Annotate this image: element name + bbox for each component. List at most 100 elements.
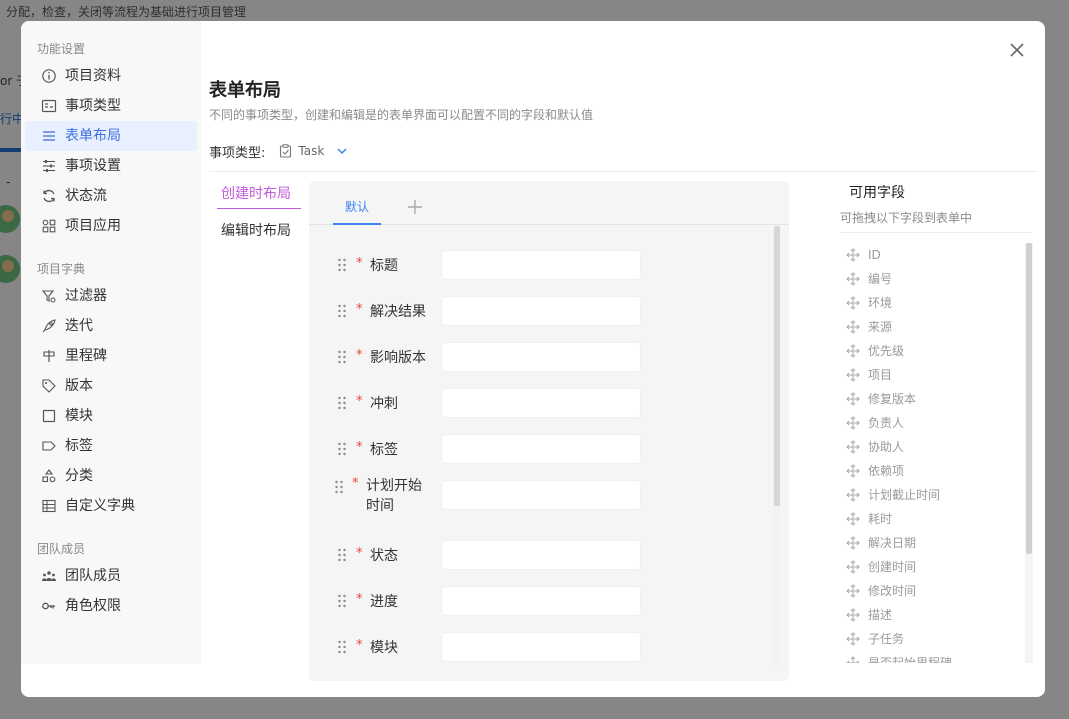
form-scrollbar-thumb[interactable] [774,226,780,506]
nav-group-title: 项目字典 [37,262,86,276]
drag-handle-icon[interactable] [337,350,347,364]
drag-handle-icon[interactable] [337,258,347,272]
available-field-label: 负责人 [868,416,905,430]
form-field-row[interactable]: * 模块 [337,632,757,662]
form-field-row[interactable]: * 进度 [337,586,757,616]
drag-handle-icon[interactable] [337,594,347,608]
form-field-label: 影响版本 [370,350,426,366]
sidebar-item-label: 分类 [65,468,93,484]
available-field-item[interactable]: 耗时 [840,507,1032,531]
form-field-input[interactable] [441,434,641,464]
available-field-label: 描述 [868,608,893,622]
sidebar-item[interactable]: 模块 [25,401,197,431]
form-field-input[interactable] [441,388,641,418]
drag-handle-icon[interactable] [337,442,347,456]
available-field-item[interactable]: 解决日期 [840,531,1032,555]
required-marker: * [356,592,363,607]
form-field-row[interactable]: * 计划开始时间 [334,476,757,514]
drag-handle-icon[interactable] [337,396,347,410]
add-tab-icon[interactable] [403,195,427,219]
required-marker: * [352,476,359,491]
sidebar-item[interactable]: 自定义字典 [25,491,197,521]
available-fields-subtitle: 可拖拽以下字段到表单中 [840,211,973,225]
sidebar-item[interactable]: 团队成员 [25,561,197,591]
move-icon [846,272,860,286]
available-field-item[interactable]: 负责人 [840,411,1032,435]
form-field-row[interactable]: * 解决结果 [337,296,757,326]
drag-handle-icon[interactable] [337,640,347,654]
available-field-item[interactable]: 来源 [840,315,1032,339]
available-field-item[interactable]: 子任务 [840,627,1032,651]
settings-modal: 功能设置 项目资料 事项类型 表单布局 事项设置 状态流 项目应用 项目字典 过滤器 迭代 里程碑版… [21,21,1045,697]
available-fields-list: ID 编号 环境 来源 优先级 项目 修复版本 负责人 协助人 依赖项 计划截止… [840,243,1032,663]
form-field-input[interactable] [441,480,641,510]
form-field-row[interactable]: * 影响版本 [337,342,757,372]
move-icon [846,488,860,502]
sidebar-item[interactable]: 项目应用 [25,211,197,241]
sidebar-item[interactable]: 版本 [25,371,197,401]
form-field-row[interactable]: * 状态 [337,540,757,570]
available-field-label: 项目 [868,368,893,382]
available-field-item[interactable]: 是否起始里程碑 [840,651,1032,663]
form-field-row[interactable]: * 标签 [337,434,757,464]
sidebar-item[interactable]: 里程碑 [25,341,197,371]
tab-create-layout[interactable]: 创建时布局 [217,179,301,209]
available-field-label: 子任务 [868,632,905,646]
category-icon [41,468,57,484]
sidebar-item[interactable]: 角色权限 [25,591,197,621]
sidebar-item-label: 角色权限 [65,598,121,614]
available-field-item[interactable]: 修复版本 [840,387,1032,411]
issue-type-select[interactable]: Task [279,144,348,158]
form-field-input[interactable] [441,586,641,616]
available-field-label: 解决日期 [868,536,917,550]
available-field-item[interactable]: 创建时间 [840,555,1032,579]
sidebar-item[interactable]: 过滤器 [25,281,197,311]
form-field-row[interactable]: * 冲刺 [337,388,757,418]
settings-sidebar: 功能设置 项目资料 事项类型 表单布局 事项设置 状态流 项目应用 项目字典 过滤器 迭代 里程碑版… [21,21,201,664]
available-field-item[interactable]: ID [840,243,1032,267]
tab-default[interactable]: 默认 [333,189,381,225]
close-icon[interactable] [1006,39,1028,61]
form-field-row[interactable]: * 标题 [337,250,757,280]
available-field-item[interactable]: 环境 [840,291,1032,315]
available-field-item[interactable]: 编号 [840,267,1032,291]
available-field-item[interactable]: 计划截止时间 [840,483,1032,507]
move-icon [846,440,860,454]
sidebar-item[interactable]: 事项设置 [25,151,197,181]
sidebar-item-label: 表单布局 [65,128,121,144]
refresh-icon [41,188,57,204]
sidebar-item[interactable]: 分类 [25,461,197,491]
sidebar-item[interactable]: 表单布局 [25,121,197,151]
form-field-input[interactable] [441,540,641,570]
sidebar-item[interactable]: 迭代 [25,311,197,341]
move-icon [846,536,860,550]
sidebar-item[interactable]: 状态流 [25,181,197,211]
available-field-item[interactable]: 依赖项 [840,459,1032,483]
form-field-input[interactable] [441,632,641,662]
sidebar-item-label: 标签 [65,438,93,454]
available-field-label: 是否起始里程碑 [868,656,953,663]
required-marker: * [356,256,363,271]
available-field-item[interactable]: 优先级 [840,339,1032,363]
form-field-label: 标签 [370,442,398,458]
form-field-input[interactable] [441,296,641,326]
available-field-label: 耗时 [868,512,893,526]
available-field-item[interactable]: 项目 [840,363,1032,387]
available-scrollbar-thumb[interactable] [1026,243,1032,554]
sidebar-item[interactable]: 事项类型 [25,91,197,121]
form-field-input[interactable] [441,342,641,372]
sidebar-item[interactable]: 标签 [25,431,197,461]
form-field-label: 冲刺 [370,396,398,412]
available-field-item[interactable]: 修改时间 [840,579,1032,603]
required-marker: * [356,302,363,317]
form-field-input[interactable] [441,250,641,280]
available-field-item[interactable]: 描述 [840,603,1032,627]
available-field-item[interactable]: 协助人 [840,435,1032,459]
available-field-label: 来源 [868,320,893,334]
drag-handle-icon[interactable] [337,548,347,562]
drag-handle-icon[interactable] [337,304,347,318]
divider [840,232,1032,233]
sidebar-item[interactable]: 项目资料 [25,61,197,91]
drag-handle-icon[interactable] [334,480,344,494]
tab-edit-layout[interactable]: 编辑时布局 [217,216,295,246]
